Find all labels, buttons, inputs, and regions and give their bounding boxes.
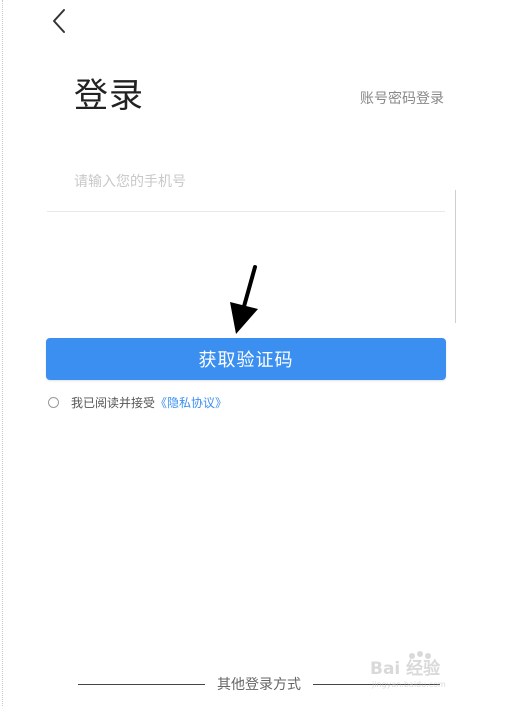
arrow-down-icon (230, 265, 258, 334)
agreement-row: 我已阅读并接受 《隐私协议》 (48, 394, 227, 410)
phone-input[interactable] (47, 164, 445, 200)
watermark-brand-text: Bai 经验 (370, 658, 441, 679)
page-title: 登录 (74, 76, 144, 116)
baidu-jingyan-watermark: Bai 经验 jingyan.baidu.com (370, 651, 446, 689)
password-login-link[interactable]: 账号密码登录 (360, 88, 444, 108)
chevron-left-icon (53, 9, 65, 33)
phone-input-underline (47, 211, 445, 212)
divider-line-left (78, 683, 205, 685)
scrollbar-track (455, 190, 456, 323)
back-button[interactable] (48, 6, 74, 36)
page-left-border (2, 0, 3, 706)
watermark-url-text: jingyan.baidu.com (371, 680, 446, 689)
agreement-checkbox[interactable] (48, 396, 59, 408)
get-code-button[interactable]: 获取验证码 (46, 338, 446, 380)
privacy-policy-link[interactable]: 《隐私协议》 (155, 394, 227, 411)
other-login-label[interactable]: 其他登录方式 (205, 674, 313, 694)
agreement-text: 我已阅读并接受 (71, 395, 156, 410)
